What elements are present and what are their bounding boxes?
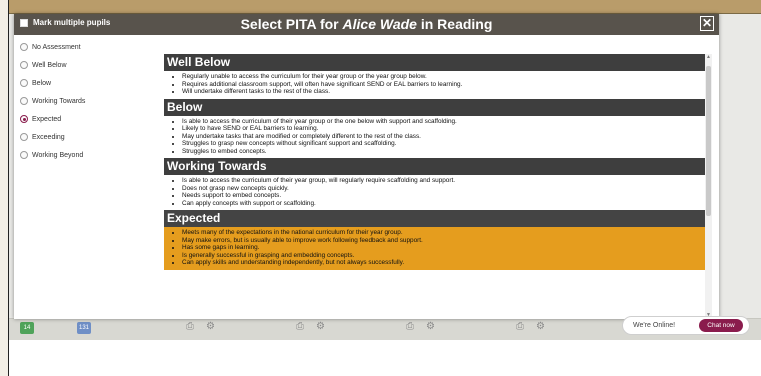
- section-heading: Below: [164, 98, 705, 116]
- radio-button[interactable]: [20, 151, 28, 159]
- count-chip-green[interactable]: 14: [20, 322, 34, 334]
- settings-icon[interactable]: ⚙: [316, 321, 325, 332]
- option-label: Working Towards: [32, 97, 86, 105]
- settings-icon[interactable]: ⚙: [206, 321, 215, 332]
- app-top-bar: [0, 0, 761, 14]
- app-left-border: [0, 0, 9, 376]
- pita-option[interactable]: Well Below: [20, 56, 160, 74]
- print-icon[interactable]: ⎙: [516, 321, 524, 332]
- page-blank-area: [9, 340, 761, 376]
- print-icon[interactable]: ⎙: [406, 321, 414, 332]
- section-body: Regularly unable to access the curriculu…: [164, 71, 705, 99]
- option-label: Exceeding: [32, 133, 65, 141]
- modal-header: Mark multiple pupils Select PITA for Ali…: [14, 14, 719, 35]
- pupil-name: Alice Wade: [342, 16, 417, 32]
- radio-button[interactable]: [20, 133, 28, 141]
- pita-option[interactable]: Working Towards: [20, 92, 160, 110]
- descriptions-scrollbar[interactable]: ▲ ▼: [705, 54, 712, 319]
- criteria-item: May make errors, but is usually able to …: [182, 237, 705, 245]
- pita-option[interactable]: No Assessment: [20, 38, 160, 56]
- settings-icon[interactable]: ⚙: [426, 321, 435, 332]
- title-suffix: in Reading: [420, 16, 493, 32]
- chat-widget: We're Online! Chat now: [622, 316, 750, 335]
- section-heading: Well Below: [164, 54, 705, 71]
- pita-option[interactable]: Expected: [20, 110, 160, 128]
- criteria-item: Struggles to embed concepts.: [182, 148, 705, 156]
- option-label: Well Below: [32, 61, 67, 69]
- option-label: Expected: [32, 115, 62, 123]
- criteria-item: Regularly unable to access the curriculu…: [182, 73, 705, 81]
- option-label: Working Beyond: [32, 151, 84, 159]
- criteria-item: Does not grasp new concepts quickly.: [182, 185, 705, 193]
- criteria-item: Is generally successful in grasping and …: [182, 252, 705, 260]
- option-label: No Assessment: [32, 43, 81, 51]
- criteria-item: Needs support to embed concepts.: [182, 192, 705, 200]
- section-body: Is able to access the curriculum of thei…: [164, 175, 705, 210]
- option-label: Below: [32, 79, 52, 87]
- pita-option[interactable]: Exceeding: [20, 128, 160, 146]
- criteria-item: Can apply concepts with support or scaff…: [182, 200, 705, 208]
- mark-multiple-toggle[interactable]: Mark multiple pupils: [20, 18, 110, 27]
- section-body: Is able to access the curriculum of thei…: [164, 115, 705, 158]
- section-body: Meets many of the expectations in the na…: [164, 227, 705, 270]
- count-chip-blue[interactable]: 131: [77, 322, 91, 334]
- radio-button[interactable]: [20, 43, 28, 51]
- chat-status: We're Online!: [633, 322, 676, 329]
- radio-button[interactable]: [20, 61, 28, 69]
- criteria-item: Meets many of the expectations in the na…: [182, 229, 705, 237]
- criteria-item: Is able to access the curriculum of thei…: [182, 118, 705, 126]
- mark-multiple-label: Mark multiple pupils: [33, 18, 111, 27]
- criteria-item: Likely to have SEND or EAL barriers to l…: [182, 125, 705, 133]
- criteria-item: Struggles to grasp new concepts without …: [182, 140, 705, 148]
- mark-multiple-checkbox[interactable]: [20, 18, 28, 27]
- close-button[interactable]: ✕: [700, 16, 714, 31]
- radio-button[interactable]: [20, 97, 28, 105]
- pita-option[interactable]: Below: [20, 74, 160, 92]
- section-heading: Expected: [164, 210, 705, 227]
- settings-icon[interactable]: ⚙: [536, 321, 545, 332]
- criteria-item: Requires additional classroom support, w…: [182, 81, 705, 89]
- criteria-item: Has some gaps in learning.: [182, 244, 705, 252]
- scroll-thumb[interactable]: [706, 66, 711, 216]
- close-icon: ✕: [701, 16, 713, 30]
- title-prefix: Select PITA for: [240, 16, 339, 32]
- criteria-item: Is able to access the curriculum of thei…: [182, 177, 705, 185]
- modal-title: Select PITA for Alice Wade in Reading: [14, 16, 719, 32]
- radio-button[interactable]: [20, 79, 28, 87]
- chat-now-button[interactable]: Chat now: [699, 319, 743, 332]
- print-icon[interactable]: ⎙: [296, 321, 304, 332]
- criteria-item: May undertake tasks that are modified or…: [182, 133, 705, 141]
- pita-select-modal: Mark multiple pupils Select PITA for Ali…: [14, 14, 719, 319]
- scroll-up-icon[interactable]: ▲: [705, 54, 712, 61]
- section-heading: Working Towards: [164, 158, 705, 175]
- pita-options: No Assessment Well Below Below Working Towa…: [20, 38, 160, 164]
- print-icon[interactable]: ⎙: [186, 321, 194, 332]
- pita-option[interactable]: Working Beyond: [20, 146, 160, 164]
- pita-descriptions: Well Below Regularly unable to access the…: [164, 54, 705, 319]
- criteria-item: Can apply skills and understanding indep…: [182, 259, 705, 267]
- radio-button[interactable]: [20, 115, 28, 123]
- criteria-item: Will undertake different tasks to the re…: [182, 88, 705, 96]
